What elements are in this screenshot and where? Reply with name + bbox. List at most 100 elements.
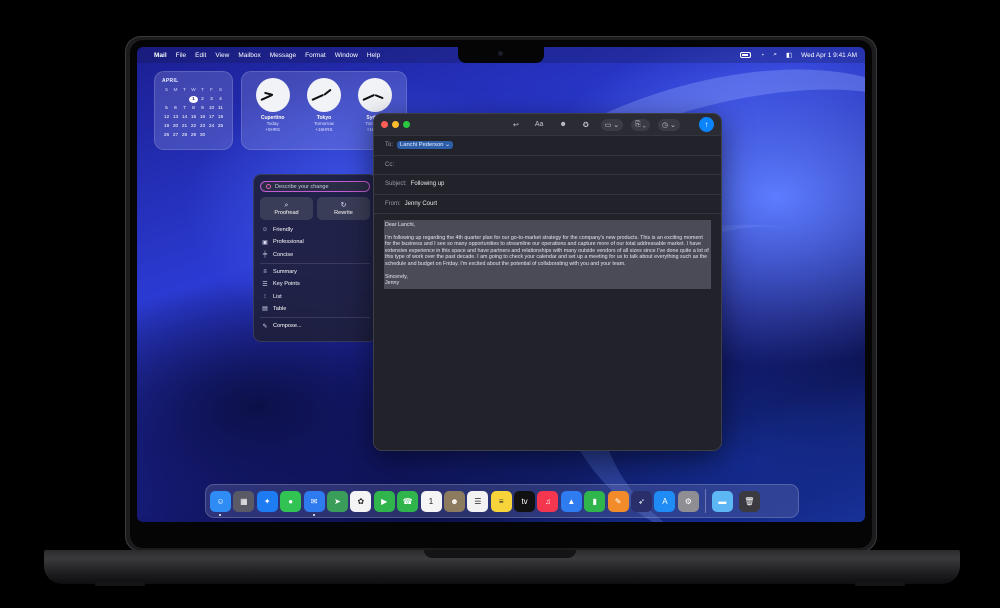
battery-icon[interactable] <box>740 52 752 58</box>
desktop: Mail File Edit View Mailbox Message Form… <box>137 47 865 522</box>
menu-view[interactable]: View <box>215 52 229 59</box>
clock-face-icon <box>306 78 341 112</box>
menu-clock[interactable]: Wed Apr 1 9:41 AM <box>801 52 857 59</box>
app-store-icon[interactable]: A <box>654 490 676 512</box>
music-icon[interactable]: ♫ <box>537 490 559 512</box>
close-window-button[interactable] <box>381 121 388 128</box>
writing-tools-icon[interactable]: ✪ <box>579 119 593 131</box>
cc-field[interactable]: Cc: <box>374 156 721 175</box>
calendar-day: 14 <box>181 115 188 120</box>
safari-icon[interactable]: ✦ <box>256 490 278 512</box>
subject-label: Subject: <box>385 181 407 188</box>
friendly-label: Friendly <box>273 227 293 234</box>
tv-icon[interactable]: tv <box>514 490 536 512</box>
messages-icon[interactable]: ● <box>280 490 302 512</box>
keynote-icon[interactable]: ▲ <box>560 490 582 512</box>
reply-icon[interactable]: ↩ <box>509 119 523 131</box>
pages-icon[interactable]: ✎ <box>607 490 629 512</box>
numbers-icon[interactable]: ▮ <box>584 490 606 512</box>
calendar-day: 9 <box>201 106 204 111</box>
key-points-option[interactable]: ☰ Key Points <box>260 278 370 290</box>
friendly-option[interactable]: ☺ Friendly <box>260 224 370 236</box>
spotlight-search-icon[interactable]: ⌕ <box>773 51 777 59</box>
recipient-token[interactable]: Lanchi Pederson ⌄ <box>397 141 453 150</box>
summary-label: Summary <box>273 269 297 276</box>
message-body[interactable]: Dear Lanchi, I'm following up regarding … <box>374 214 721 295</box>
downloads-folder-icon[interactable]: ▬ <box>711 490 733 512</box>
contacts-icon[interactable]: ☻ <box>443 490 465 512</box>
zoom-window-button[interactable] <box>403 121 410 128</box>
menu-message[interactable]: Message <box>270 52 296 59</box>
menu-help[interactable]: Help <box>367 52 380 59</box>
markup-icon[interactable]: ◷ ⌄ <box>657 118 680 131</box>
rewrite-button[interactable]: ↻ Rewrite <box>317 197 370 220</box>
menu-edit[interactable]: Edit <box>195 52 206 59</box>
list-icon: ⁝ <box>264 294 266 301</box>
to-field[interactable]: To: Lanchi Pederson ⌄ <box>374 136 721 156</box>
send-button[interactable]: ↑ <box>699 117 714 132</box>
menu-format[interactable]: Format <box>305 52 326 59</box>
instruments-icon[interactable]: ➶ <box>631 490 653 512</box>
smile-icon: ☺ <box>261 227 269 234</box>
menu-app-name[interactable]: Mail <box>154 52 167 59</box>
concise-option[interactable]: ╪ Concise <box>260 249 370 261</box>
calendar-day: 4 <box>219 97 222 102</box>
calendar-day: 30 <box>199 133 206 138</box>
weekday-label: T <box>183 88 186 93</box>
summary-icon: ≡ <box>263 269 267 276</box>
to-label: To: <box>385 142 394 149</box>
describe-change-placeholder: Describe your change <box>275 183 329 190</box>
summary-option[interactable]: ≡ Summary <box>260 266 370 278</box>
weekday-label: S <box>218 88 223 93</box>
notes-icon[interactable]: ≡ <box>490 490 512 512</box>
calendar-widget[interactable]: APRIL S M T W T F S 1 2 3 4 5 6 7 8 9 10… <box>154 71 233 150</box>
macbook-stage: Mail File Edit View Mailbox Message Form… <box>0 0 1000 608</box>
trash-icon[interactable]: 🗑 <box>738 490 760 512</box>
selected-text[interactable]: Dear Lanchi, I'm following up regarding … <box>384 220 711 289</box>
professional-option[interactable]: ▣ Professional <box>260 236 370 248</box>
mail-icon[interactable]: ✉ <box>303 490 325 516</box>
list-option[interactable]: ⁝ List <box>260 290 370 302</box>
calendar-day: 3 <box>210 97 213 102</box>
font-format-icon[interactable]: Aa <box>531 119 548 131</box>
attachment-icon[interactable]: ⎘ ⌄ <box>631 118 650 131</box>
key-points-icon: ☰ <box>262 281 268 288</box>
maps-icon[interactable]: ➤ <box>326 490 348 512</box>
compose-option[interactable]: ✎ Compose... <box>260 320 370 332</box>
menu-window[interactable]: Window <box>335 52 358 59</box>
weekday-label: W <box>191 88 196 93</box>
header-fields-icon[interactable]: ▭ ⌄ <box>600 118 624 131</box>
photos-icon[interactable]: ✿ <box>350 490 372 512</box>
system-settings-icon[interactable]: ⚙ <box>677 490 699 512</box>
laptop-foot <box>95 582 145 586</box>
calendar-month: APRIL <box>162 78 179 84</box>
calendar-day <box>180 96 189 103</box>
key-points-label: Key Points <box>273 281 300 288</box>
minimize-window-button[interactable] <box>392 121 399 128</box>
proofread-button[interactable]: ⌕ Proofread <box>260 197 313 220</box>
menu-file[interactable]: File <box>176 52 186 59</box>
running-indicator <box>312 513 315 516</box>
control-center-icon[interactable]: ◧ <box>786 51 792 59</box>
calendar-day: 20 <box>172 124 179 129</box>
describe-change-input[interactable]: Describe your change <box>260 181 370 192</box>
table-option[interactable]: ▤ Table <box>260 303 370 315</box>
wifi-icon[interactable]: ◔ <box>760 52 764 59</box>
menu-mailbox[interactable]: Mailbox <box>238 52 260 59</box>
calendar-day <box>216 132 225 139</box>
subject-field[interactable]: Subject: Following up <box>374 175 721 195</box>
writing-tools-options: ☺ Friendly ▣ Professional ╪ Concise ≡ Su… <box>260 224 370 332</box>
phone-icon[interactable]: ☎ <box>397 490 419 512</box>
calendar-day: 10 <box>208 106 215 111</box>
calendar-icon[interactable]: 1 <box>420 490 442 512</box>
from-field[interactable]: From: Jenny Court <box>374 195 721 214</box>
facetime-icon[interactable]: ▶ <box>373 490 395 512</box>
emoji-icon[interactable]: ☻ <box>555 119 570 131</box>
greeting: Dear Lanchi, <box>385 222 416 228</box>
launchpad-icon[interactable]: ▦ <box>233 490 255 512</box>
reminders-icon[interactable]: ☰ <box>467 490 489 512</box>
calendar-day: 23 <box>199 124 206 129</box>
closing: Sincerely, <box>385 273 408 280</box>
calendar-day: 24 <box>208 124 215 129</box>
finder-icon[interactable]: ☺ <box>210 490 231 516</box>
